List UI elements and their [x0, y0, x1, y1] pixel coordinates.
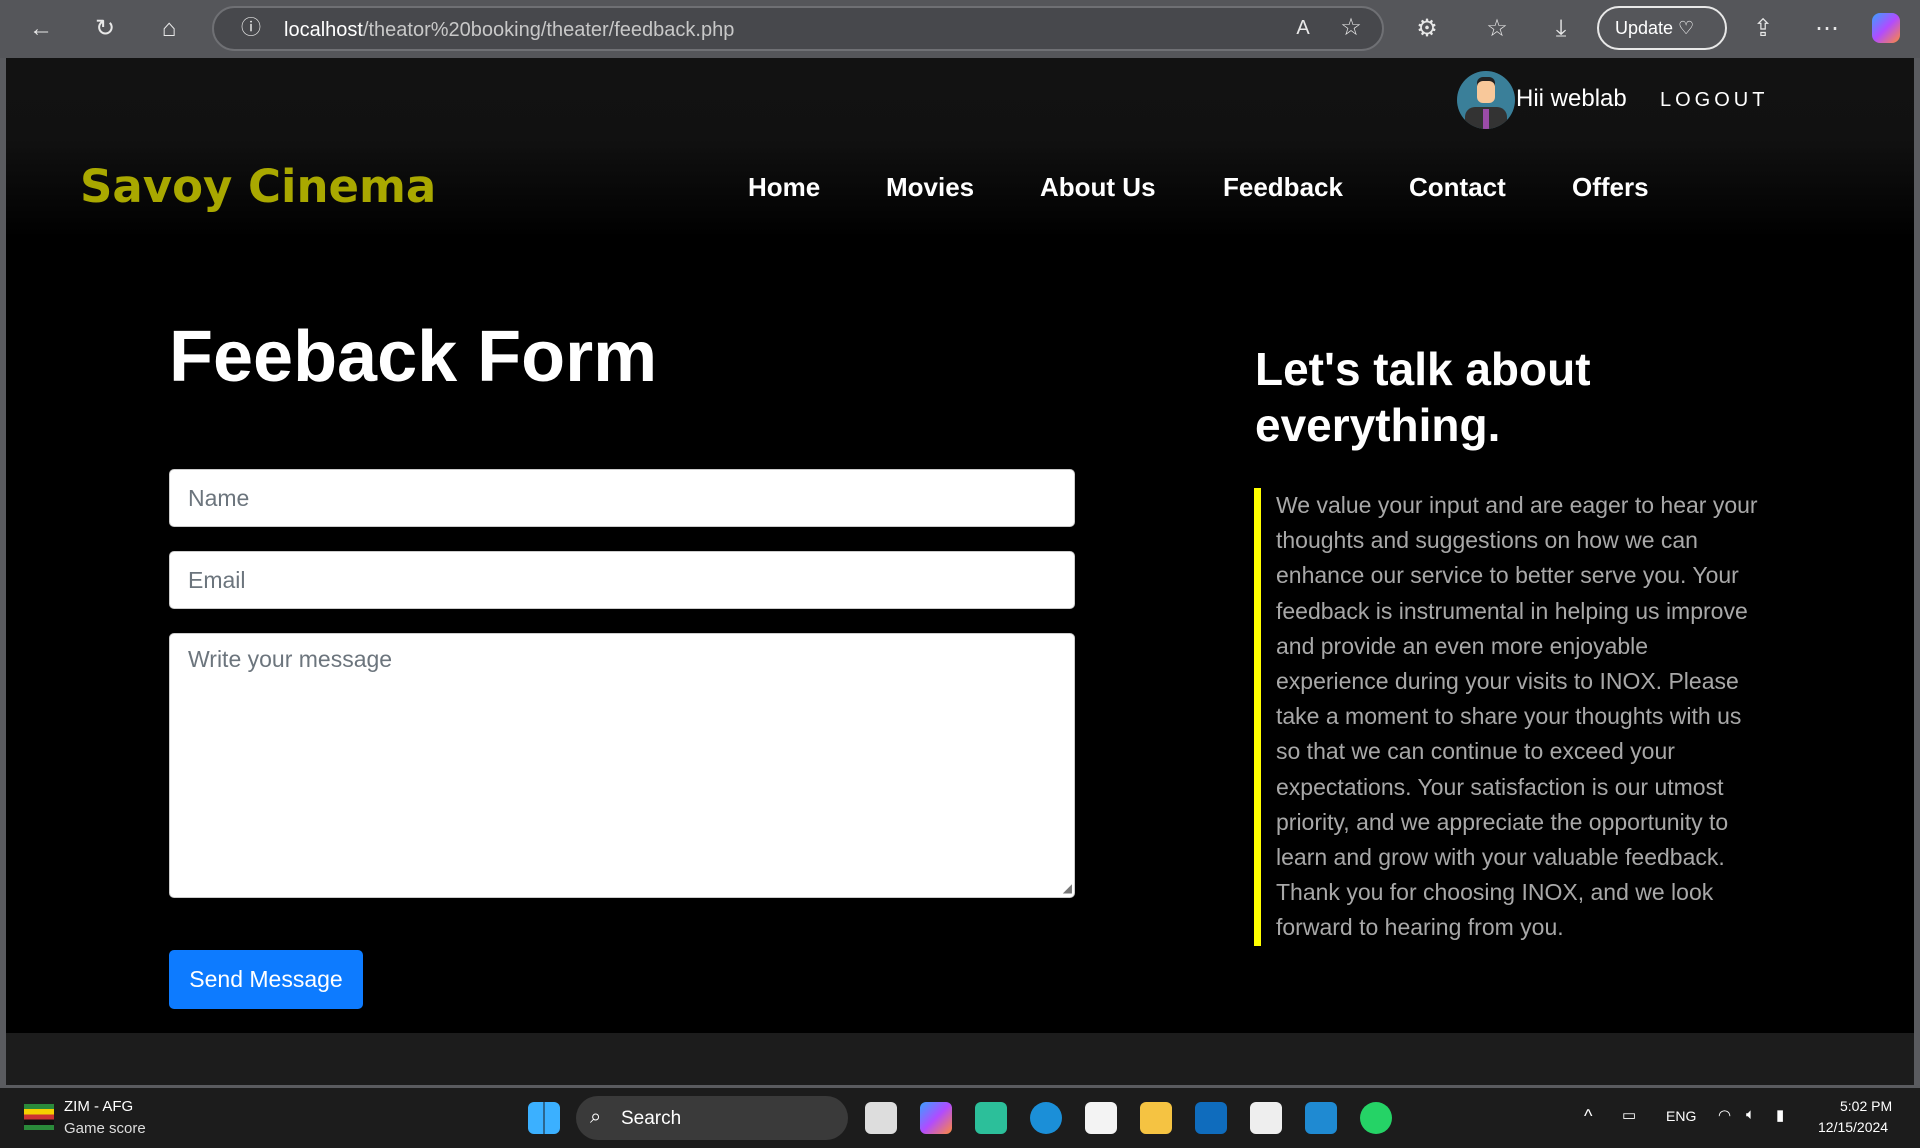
user-avatar — [1457, 71, 1515, 129]
info-icon[interactable]: ⓘ — [234, 11, 268, 45]
task-view-icon[interactable] — [865, 1102, 897, 1134]
send-message-button[interactable]: Send Message — [169, 950, 363, 1009]
extensions-icon[interactable]: ⚙ — [1410, 12, 1444, 46]
store-icon[interactable] — [1085, 1102, 1117, 1134]
widget-title[interactable]: ZIM - AFG — [64, 1098, 133, 1115]
widget-subtitle[interactable]: Game score — [64, 1120, 146, 1137]
nav-contact[interactable]: Contact — [1409, 172, 1506, 203]
wifi-icon[interactable]: ◠ — [1718, 1106, 1731, 1124]
aside-title: Let's talk about everything. — [1255, 343, 1591, 451]
update-button[interactable]: Update ♡ — [1597, 6, 1727, 50]
web-page: Hii weblab LOGOUT Savoy Cinema Home Movi… — [6, 58, 1914, 1033]
home-icon[interactable]: ⌂ — [152, 12, 186, 46]
widgets-app-icon[interactable] — [975, 1102, 1007, 1134]
clock-time[interactable]: 5:02 PM — [1840, 1098, 1892, 1114]
nav-feedback[interactable]: Feedback — [1223, 172, 1343, 203]
favorite-star-icon[interactable]: ☆ — [1334, 11, 1368, 45]
url-host: localhost — [284, 19, 363, 41]
resize-handle-icon[interactable]: ◢ — [1063, 881, 1072, 895]
more-icon[interactable]: ⋯ — [1810, 12, 1844, 46]
name-placeholder: Name — [188, 485, 250, 511]
tablet-icon[interactable]: ▭ — [1622, 1106, 1636, 1124]
aside-text: We value your input and are eager to hea… — [1254, 488, 1764, 946]
email-placeholder: Email — [188, 567, 246, 593]
update-label: Update — [1615, 18, 1674, 38]
nav-offers[interactable]: Offers — [1572, 172, 1649, 203]
app-icon[interactable] — [1250, 1102, 1282, 1134]
browser-toolbar: ← ↻ ⌂ ⓘ localhost/theator%20booking/thea… — [0, 0, 1920, 58]
page-footer-strip — [6, 1033, 1914, 1085]
chevron-up-icon[interactable]: ^ — [1584, 1106, 1592, 1127]
zimbabwe-flag-icon — [24, 1104, 54, 1130]
taskbar-search[interactable]: ⌕ Search — [576, 1096, 848, 1140]
whatsapp-icon[interactable] — [1360, 1102, 1392, 1134]
url-text: localhost/theator%20booking/theater/feed… — [284, 19, 734, 42]
url-path: /theator%20booking/theater/feedback.php — [362, 19, 735, 41]
battery-icon[interactable]: ▮ — [1776, 1106, 1784, 1124]
email-input[interactable]: Email — [169, 551, 1075, 609]
volume-icon[interactable]: 🔈︎ — [1746, 1106, 1755, 1123]
vscode-icon[interactable] — [1305, 1102, 1337, 1134]
user-greeting: Hii weblab — [1516, 85, 1627, 112]
form-title: Feeback Form — [169, 317, 658, 397]
favorites-icon[interactable]: ☆ — [1480, 12, 1514, 46]
read-aloud-icon[interactable]: A — [1286, 11, 1320, 45]
outlook-icon[interactable] — [1195, 1102, 1227, 1134]
clock-date[interactable]: 12/15/2024 — [1818, 1119, 1888, 1135]
copilot-taskbar-icon[interactable] — [920, 1102, 952, 1134]
refresh-icon[interactable]: ↻ — [88, 12, 122, 46]
message-placeholder: Write your message — [188, 646, 393, 672]
site-header: Hii weblab LOGOUT Savoy Cinema Home Movi… — [6, 58, 1914, 238]
file-explorer-icon[interactable] — [1140, 1102, 1172, 1134]
copilot-icon[interactable] — [1872, 13, 1900, 43]
search-label: Search — [621, 1108, 682, 1129]
taskbar: ZIM - AFG Game score ⌕ Search ^ ▭ ENG ◠ … — [0, 1088, 1920, 1148]
nav-movies[interactable]: Movies — [886, 172, 974, 203]
address-bar[interactable]: ⓘ localhost/theator%20booking/theater/fe… — [212, 6, 1384, 51]
name-input[interactable]: Name — [169, 469, 1075, 527]
back-icon[interactable]: ← — [24, 12, 58, 46]
search-icon: ⌕ — [590, 1106, 602, 1128]
nav-home[interactable]: Home — [748, 172, 820, 203]
message-textarea[interactable]: Write your message ◢ — [169, 633, 1075, 898]
nav-about-us[interactable]: About Us — [1040, 172, 1156, 203]
edge-icon[interactable] — [1030, 1102, 1062, 1134]
download-icon[interactable]: ⤓ — [1544, 12, 1578, 46]
share-icon[interactable]: ⇪ — [1746, 12, 1780, 46]
site-logo[interactable]: Savoy Cinema — [80, 160, 436, 213]
start-icon[interactable] — [528, 1102, 560, 1134]
logout-link[interactable]: LOGOUT — [1660, 89, 1768, 112]
language-indicator[interactable]: ENG — [1666, 1108, 1696, 1124]
